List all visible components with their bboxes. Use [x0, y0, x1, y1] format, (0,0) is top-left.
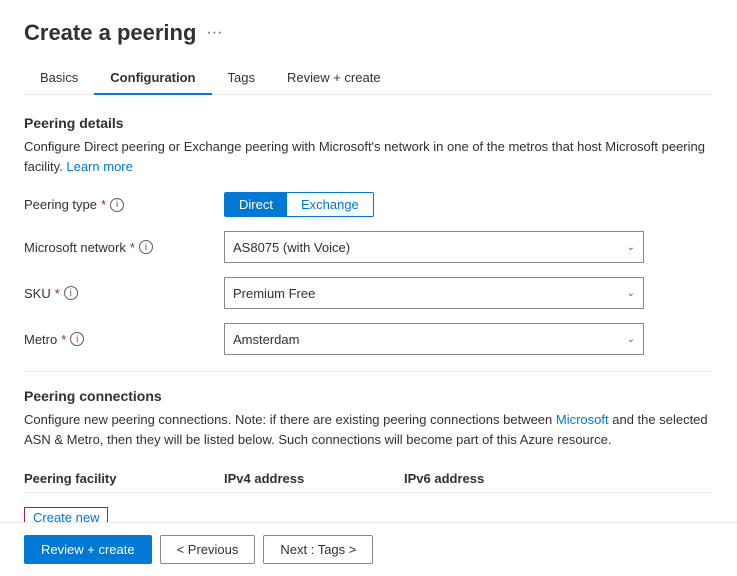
- microsoft-network-value: AS8075 (with Voice): [233, 240, 350, 255]
- microsoft-network-info-icon[interactable]: i: [139, 240, 153, 254]
- connections-table-header: Peering facility IPv4 address IPv6 addre…: [24, 465, 713, 493]
- toggle-exchange[interactable]: Exchange: [287, 193, 373, 216]
- sku-info-icon[interactable]: i: [64, 286, 78, 300]
- tab-review-create[interactable]: Review + create: [271, 62, 397, 95]
- col-facility-header: Peering facility: [24, 471, 224, 486]
- section-divider: [24, 371, 713, 372]
- required-star-sku: *: [55, 286, 60, 301]
- peering-type-toggle: Direct Exchange: [224, 192, 644, 217]
- metro-label: Metro * i: [24, 332, 224, 347]
- peering-details-description: Configure Direct peering or Exchange pee…: [24, 137, 713, 176]
- peering-connections-title: Peering connections: [24, 388, 713, 404]
- peering-connections-description: Configure new peering connections. Note:…: [24, 410, 713, 449]
- peering-type-label: Peering type * i: [24, 197, 224, 212]
- toggle-direct[interactable]: Direct: [225, 193, 287, 216]
- required-star: *: [101, 197, 106, 212]
- tab-basics[interactable]: Basics: [24, 62, 94, 95]
- chevron-down-icon: ⌄: [627, 242, 635, 253]
- sku-value: Premium Free: [233, 286, 315, 301]
- col-ipv6-header: IPv6 address: [404, 471, 584, 486]
- metro-value: Amsterdam: [233, 332, 299, 347]
- learn-more-link[interactable]: Learn more: [66, 159, 132, 174]
- review-create-button[interactable]: Review + create: [24, 535, 152, 564]
- metro-select[interactable]: Amsterdam ⌄: [224, 323, 644, 355]
- sku-select[interactable]: Premium Free ⌄: [224, 277, 644, 309]
- sku-label: SKU * i: [24, 286, 224, 301]
- peering-details-title: Peering details: [24, 115, 713, 131]
- chevron-down-icon-metro: ⌄: [627, 334, 635, 345]
- next-button[interactable]: Next : Tags >: [263, 535, 373, 564]
- microsoft-network-select[interactable]: AS8075 (with Voice) ⌄: [224, 231, 644, 263]
- microsoft-network-label: Microsoft network * i: [24, 240, 224, 255]
- required-star-network: *: [130, 240, 135, 255]
- page-title: Create a peering: [24, 20, 196, 46]
- previous-button[interactable]: < Previous: [160, 535, 256, 564]
- footer: Review + create < Previous Next : Tags >: [0, 522, 737, 576]
- col-ipv4-header: IPv4 address: [224, 471, 404, 486]
- tab-tags[interactable]: Tags: [212, 62, 271, 95]
- tabs-nav: Basics Configuration Tags Review + creat…: [24, 62, 713, 95]
- ellipsis-icon[interactable]: ···: [206, 24, 222, 42]
- peering-type-info-icon[interactable]: i: [110, 198, 124, 212]
- tab-configuration[interactable]: Configuration: [94, 62, 211, 95]
- metro-info-icon[interactable]: i: [70, 332, 84, 346]
- microsoft-link[interactable]: Microsoft: [556, 412, 609, 427]
- required-star-metro: *: [61, 332, 66, 347]
- chevron-down-icon-sku: ⌄: [627, 288, 635, 299]
